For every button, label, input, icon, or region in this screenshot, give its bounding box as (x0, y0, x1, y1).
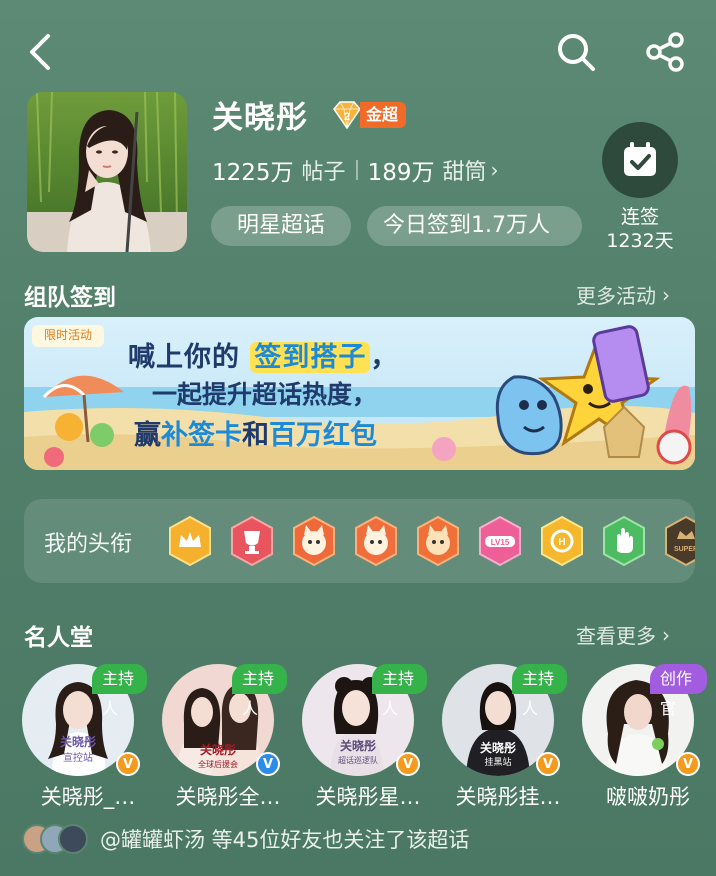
role-tag: 主持人 (92, 664, 147, 718)
verified-icon: V (536, 752, 560, 776)
banner-tag: 限时活动 (43, 328, 92, 342)
svg-text:SUPER: SUPER (674, 546, 695, 553)
category-chip[interactable]: 明星超话 (211, 206, 351, 246)
member-name[interactable]: 关晓彤全… (158, 781, 298, 811)
my-titles-row[interactable]: 我的头衔 LV15 H SUPER (24, 499, 695, 583)
svg-text:挂黑站: 挂黑站 (484, 756, 511, 768)
trophy-badge-icon[interactable] (228, 515, 276, 567)
medal-badge-icon[interactable]: H (538, 515, 586, 567)
banner-line-1b: 签到搭子 (250, 342, 371, 373)
search-button[interactable] (554, 30, 598, 74)
level-badge[interactable]: 2 金超 (330, 100, 407, 130)
svg-text:关晓彤: 关晓彤 (480, 740, 516, 755)
svg-text:2: 2 (344, 111, 350, 123)
fans-label[interactable]: 甜筒 (442, 154, 486, 186)
more-activities-label: 更多活动 (576, 284, 656, 308)
lv15-badge-icon[interactable]: LV15 (476, 515, 524, 567)
role-tag: 主持人 (372, 664, 427, 718)
back-button[interactable] (22, 30, 62, 74)
share-icon (646, 32, 684, 72)
checkin-today-chip[interactable]: 今日签到1.7万人 (367, 206, 582, 246)
chevron-left-icon (30, 34, 50, 70)
crown-badge-icon[interactable] (166, 515, 214, 567)
team-checkin-banner[interactable]: 限时活动 喊上你的 签到搭子， 一起提升超话热度， 赢补签卡和百万红包 (24, 317, 695, 470)
banner-line-1a: 喊上你的 (128, 342, 240, 373)
chevron-right-icon: › (662, 282, 670, 307)
level-badge-label: 金超 (360, 102, 407, 128)
checkin-streak-days: 1232天 (606, 230, 674, 252)
role-tag: 创作官 (650, 664, 707, 718)
friends-following[interactable]: @罐罐虾汤 等45位好友也关注了该超话 (22, 822, 469, 856)
hall-of-fame-title: 名人堂 (24, 625, 93, 651)
svg-text:关晓彤: 关晓彤 (340, 738, 376, 753)
super-badge-icon[interactable]: SUPER (662, 515, 695, 567)
view-more-label: 查看更多 (576, 624, 656, 648)
chevron-right-icon[interactable]: › (490, 158, 498, 182)
role-tag: 主持人 (512, 664, 567, 718)
posts-count: 1225万 (212, 160, 294, 186)
stats-divider (355, 160, 358, 180)
verified-icon: V (396, 752, 420, 776)
team-checkin-title: 组队签到 (24, 285, 116, 311)
more-activities-link[interactable]: 更多活动 › (576, 280, 670, 309)
member-name[interactable]: 关晓彤挂… (438, 781, 578, 811)
topic-title: 关晓彤 (212, 100, 308, 136)
svg-text:LV15: LV15 (491, 538, 510, 547)
banner-line-3b: 补签卡 (161, 420, 242, 451)
verified-icon: V (676, 752, 700, 776)
avatar (58, 824, 88, 854)
banner-line-3: 赢补签卡和百万红包 (134, 413, 377, 452)
calendar-check-icon (624, 142, 656, 176)
verified-icon: V (116, 752, 140, 776)
member-name[interactable]: 关晓彤星… (298, 781, 438, 811)
topic-stats: 1225万 帖子 189万 甜筒 › (212, 153, 498, 187)
fans-count[interactable]: 189万 (368, 153, 435, 187)
member-name[interactable]: 关晓彤_… (18, 781, 158, 811)
svg-text:关晓彤: 关晓彤 (200, 742, 236, 757)
cat-badge-icon[interactable] (352, 515, 400, 567)
checkin-button[interactable] (602, 122, 678, 198)
friend-avatars (22, 822, 92, 856)
view-more-link[interactable]: 查看更多 › (576, 620, 670, 649)
share-button[interactable] (642, 30, 688, 74)
svg-text:关晓彤: 关晓彤 (60, 734, 96, 749)
banner-line-2: 一起提升超话热度， (152, 380, 378, 409)
friends-following-text: @罐罐虾汤 等45位好友也关注了该超话 (100, 828, 470, 852)
diamond-level-icon: 2 (333, 101, 361, 130)
checkin-streak: 连签 1232天 (588, 205, 692, 253)
banner-line-1c: ， (370, 342, 399, 373)
member-name[interactable]: 啵啵奶彤 (578, 781, 716, 811)
cat-badge-icon[interactable] (414, 515, 462, 567)
svg-text:全球后援会: 全球后援会 (198, 759, 238, 769)
svg-text:超话巡逻队: 超话巡逻队 (338, 755, 378, 765)
banner-line-3d: 百万红包 (269, 420, 377, 451)
topic-cover-image[interactable] (27, 92, 187, 252)
role-tag: 主持人 (232, 664, 287, 718)
search-icon (558, 34, 595, 71)
banner-line-1: 喊上你的 签到搭子， (128, 335, 398, 374)
svg-text:H: H (558, 537, 565, 548)
checkin-streak-label: 连签 (620, 206, 659, 228)
my-titles-label: 我的头衔 (44, 532, 133, 557)
banner-line-3c: 和 (242, 420, 269, 451)
verified-icon: V (256, 752, 280, 776)
banner-line-3a: 赢 (134, 420, 161, 451)
chevron-right-icon: › (662, 622, 670, 647)
hand-badge-icon[interactable] (600, 515, 648, 567)
posts-label: 帖子 (301, 160, 346, 185)
cat-badge-icon[interactable] (290, 515, 338, 567)
svg-text:宣控站: 宣控站 (63, 751, 93, 764)
